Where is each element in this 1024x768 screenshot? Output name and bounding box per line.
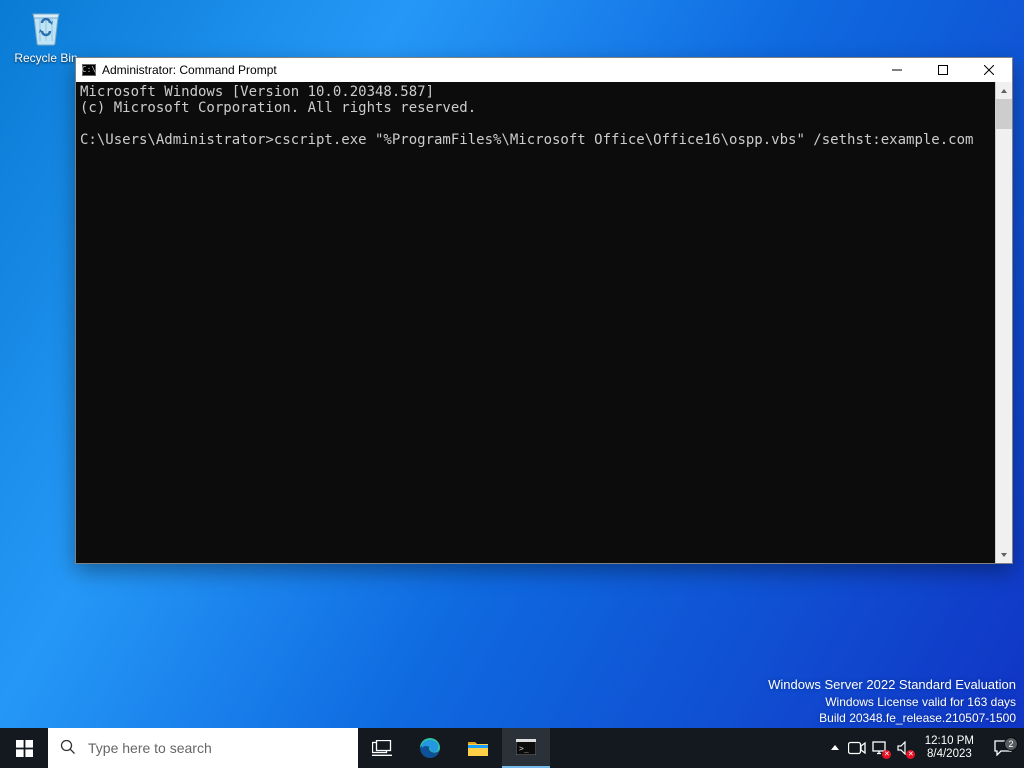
window-title: Administrator: Command Prompt xyxy=(102,63,277,77)
terminal-output[interactable]: Microsoft Windows [Version 10.0.20348.58… xyxy=(76,82,995,563)
titlebar[interactable]: C:\ Administrator: Command Prompt xyxy=(76,58,1012,82)
tray-volume-icon[interactable]: ✕ xyxy=(893,728,917,768)
maximize-button[interactable] xyxy=(920,58,966,82)
scroll-thumb[interactable] xyxy=(996,99,1012,129)
start-button[interactable] xyxy=(0,728,48,768)
search-icon xyxy=(60,739,76,758)
scroll-down-button[interactable] xyxy=(996,546,1012,563)
watermark-line1: Windows Server 2022 Standard Evaluation xyxy=(768,676,1016,694)
taskbar: Type here to search xyxy=(0,728,1024,768)
volume-muted-badge: ✕ xyxy=(906,750,915,759)
cmd-icon: C:\ xyxy=(82,64,96,76)
search-box[interactable]: Type here to search xyxy=(48,728,358,768)
recycle-bin-label: Recycle Bin xyxy=(14,51,78,65)
scroll-track[interactable] xyxy=(996,99,1012,546)
close-button[interactable] xyxy=(966,58,1012,82)
taskbar-clock[interactable]: 12:10 PM 8/4/2023 xyxy=(917,735,982,761)
recycle-bin-icon xyxy=(24,4,68,48)
taskbar-app-edge[interactable] xyxy=(406,728,454,768)
tray-overflow-button[interactable] xyxy=(825,728,845,768)
minimize-button[interactable] xyxy=(874,58,920,82)
scrollbar[interactable] xyxy=(995,82,1012,563)
notification-count-badge: 2 xyxy=(1004,737,1018,751)
clock-date: 8/4/2023 xyxy=(925,748,974,761)
desktop[interactable]: Recycle Bin Windows Server 2022 Standard… xyxy=(0,0,1024,768)
command-prompt-window[interactable]: C:\ Administrator: Command Prompt Micros… xyxy=(75,57,1013,564)
desktop-icon-recycle-bin[interactable]: Recycle Bin xyxy=(14,4,78,65)
network-disconnected-badge: ✕ xyxy=(882,750,891,759)
system-tray: ✕ ✕ 12:10 PM 8/4/2023 2 xyxy=(825,728,1024,768)
taskbar-app-cmd[interactable]: >_ xyxy=(502,728,550,768)
clock-time: 12:10 PM xyxy=(925,735,974,748)
action-center-button[interactable]: 2 xyxy=(982,740,1024,756)
tray-meet-now-icon[interactable] xyxy=(845,728,869,768)
task-view-button[interactable] xyxy=(358,728,406,768)
search-placeholder: Type here to search xyxy=(88,740,212,756)
svg-text:>_: >_ xyxy=(519,744,529,753)
tray-network-icon[interactable]: ✕ xyxy=(869,728,893,768)
scroll-up-button[interactable] xyxy=(996,82,1012,99)
watermark-line2: Windows License valid for 163 days xyxy=(768,694,1016,710)
desktop-watermark: Windows Server 2022 Standard Evaluation … xyxy=(768,676,1016,726)
taskbar-app-explorer[interactable] xyxy=(454,728,502,768)
watermark-line3: Build 20348.fe_release.210507-1500 xyxy=(768,710,1016,726)
